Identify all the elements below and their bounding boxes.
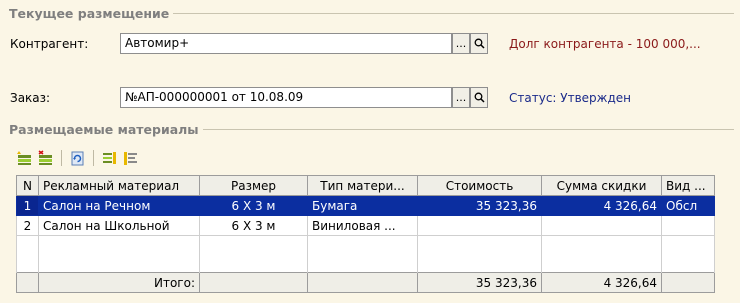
row-number[interactable]: 2 <box>16 215 39 236</box>
total-label: Итого: <box>38 272 200 293</box>
column-header-material[interactable]: Рекламный материал <box>38 175 200 196</box>
column-header-n[interactable]: N <box>16 175 39 196</box>
delete-row-icon[interactable] <box>37 149 54 167</box>
order-select-button[interactable]: ... <box>452 87 470 108</box>
refresh-icon[interactable] <box>69 150 86 167</box>
materials-toolbar <box>16 147 139 169</box>
contractor-open-button[interactable] <box>470 33 488 54</box>
cost-cell[interactable]: 35 323,36 <box>417 195 542 216</box>
table-row[interactable]: 2 Салон на Школьной 6 X 3 м Виниловая ..… <box>16 215 715 236</box>
order-label: Заказ: <box>10 91 51 105</box>
column-header-discount[interactable]: Сумма скидки <box>541 175 662 196</box>
table-header-row: N Рекламный материал Размер Тип матери..… <box>16 175 715 196</box>
group-title-materials: Размещаемые материалы <box>9 122 734 137</box>
toolbar-separator <box>61 150 62 166</box>
fill-icon[interactable] <box>101 150 118 167</box>
add-row-icon[interactable] <box>16 150 33 167</box>
size-cell[interactable]: 6 X 3 м <box>199 215 308 236</box>
magnifier-icon <box>474 92 485 103</box>
material-type-cell[interactable]: Виниловая ... <box>307 215 418 236</box>
row-number[interactable]: 1 <box>16 195 39 216</box>
contractor-field[interactable]: Автомир+ <box>120 33 452 54</box>
materials-table: N Рекламный материал Размер Тип матери..… <box>16 175 715 293</box>
column-header-kind[interactable]: Вид ... <box>661 175 715 196</box>
group-title-placement-text: Текущее размещение <box>9 6 170 21</box>
table-row[interactable]: 1 Салон на Речном 6 X 3 м Бумага 35 323,… <box>16 195 715 216</box>
group-title-placement: Текущее размещение <box>9 6 734 21</box>
size-cell[interactable]: 6 X 3 м <box>199 195 308 216</box>
group-divider <box>202 129 734 130</box>
contractor-debt-link[interactable]: Долг контрагента - 100 000,... <box>509 37 701 51</box>
contractor-select-button[interactable]: ... <box>452 33 470 54</box>
magnifier-icon <box>474 38 485 49</box>
group-title-materials-text: Размещаемые материалы <box>9 122 199 137</box>
contractor-label: Контрагент: <box>10 37 89 51</box>
material-cell[interactable]: Салон на Речном <box>38 195 200 216</box>
kind-cell[interactable]: Обсл <box>661 195 715 216</box>
column-header-cost[interactable]: Стоимость <box>417 175 542 196</box>
toolbar-separator <box>93 150 94 166</box>
column-header-size[interactable]: Размер <box>199 175 308 196</box>
total-cost: 35 323,36 <box>417 272 542 293</box>
order-field[interactable]: №АП-000000001 от 10.08.09 <box>120 87 452 108</box>
group-divider <box>173 13 734 14</box>
kind-cell[interactable] <box>661 215 715 236</box>
cost-cell[interactable] <box>417 215 542 236</box>
material-type-cell[interactable]: Бумага <box>307 195 418 216</box>
material-cell[interactable]: Салон на Школьной <box>38 215 200 236</box>
discount-cell[interactable] <box>541 215 662 236</box>
order-open-button[interactable] <box>470 87 488 108</box>
discount-cell[interactable]: 4 326,64 <box>541 195 662 216</box>
list-icon[interactable] <box>122 150 139 167</box>
table-empty-area[interactable] <box>16 235 715 273</box>
total-discount: 4 326,64 <box>541 272 662 293</box>
column-header-material-type[interactable]: Тип матери... <box>307 175 418 196</box>
order-status-link[interactable]: Статус: Утвержден <box>509 91 631 105</box>
table-total-row: Итого: 35 323,36 4 326,64 <box>16 272 715 293</box>
